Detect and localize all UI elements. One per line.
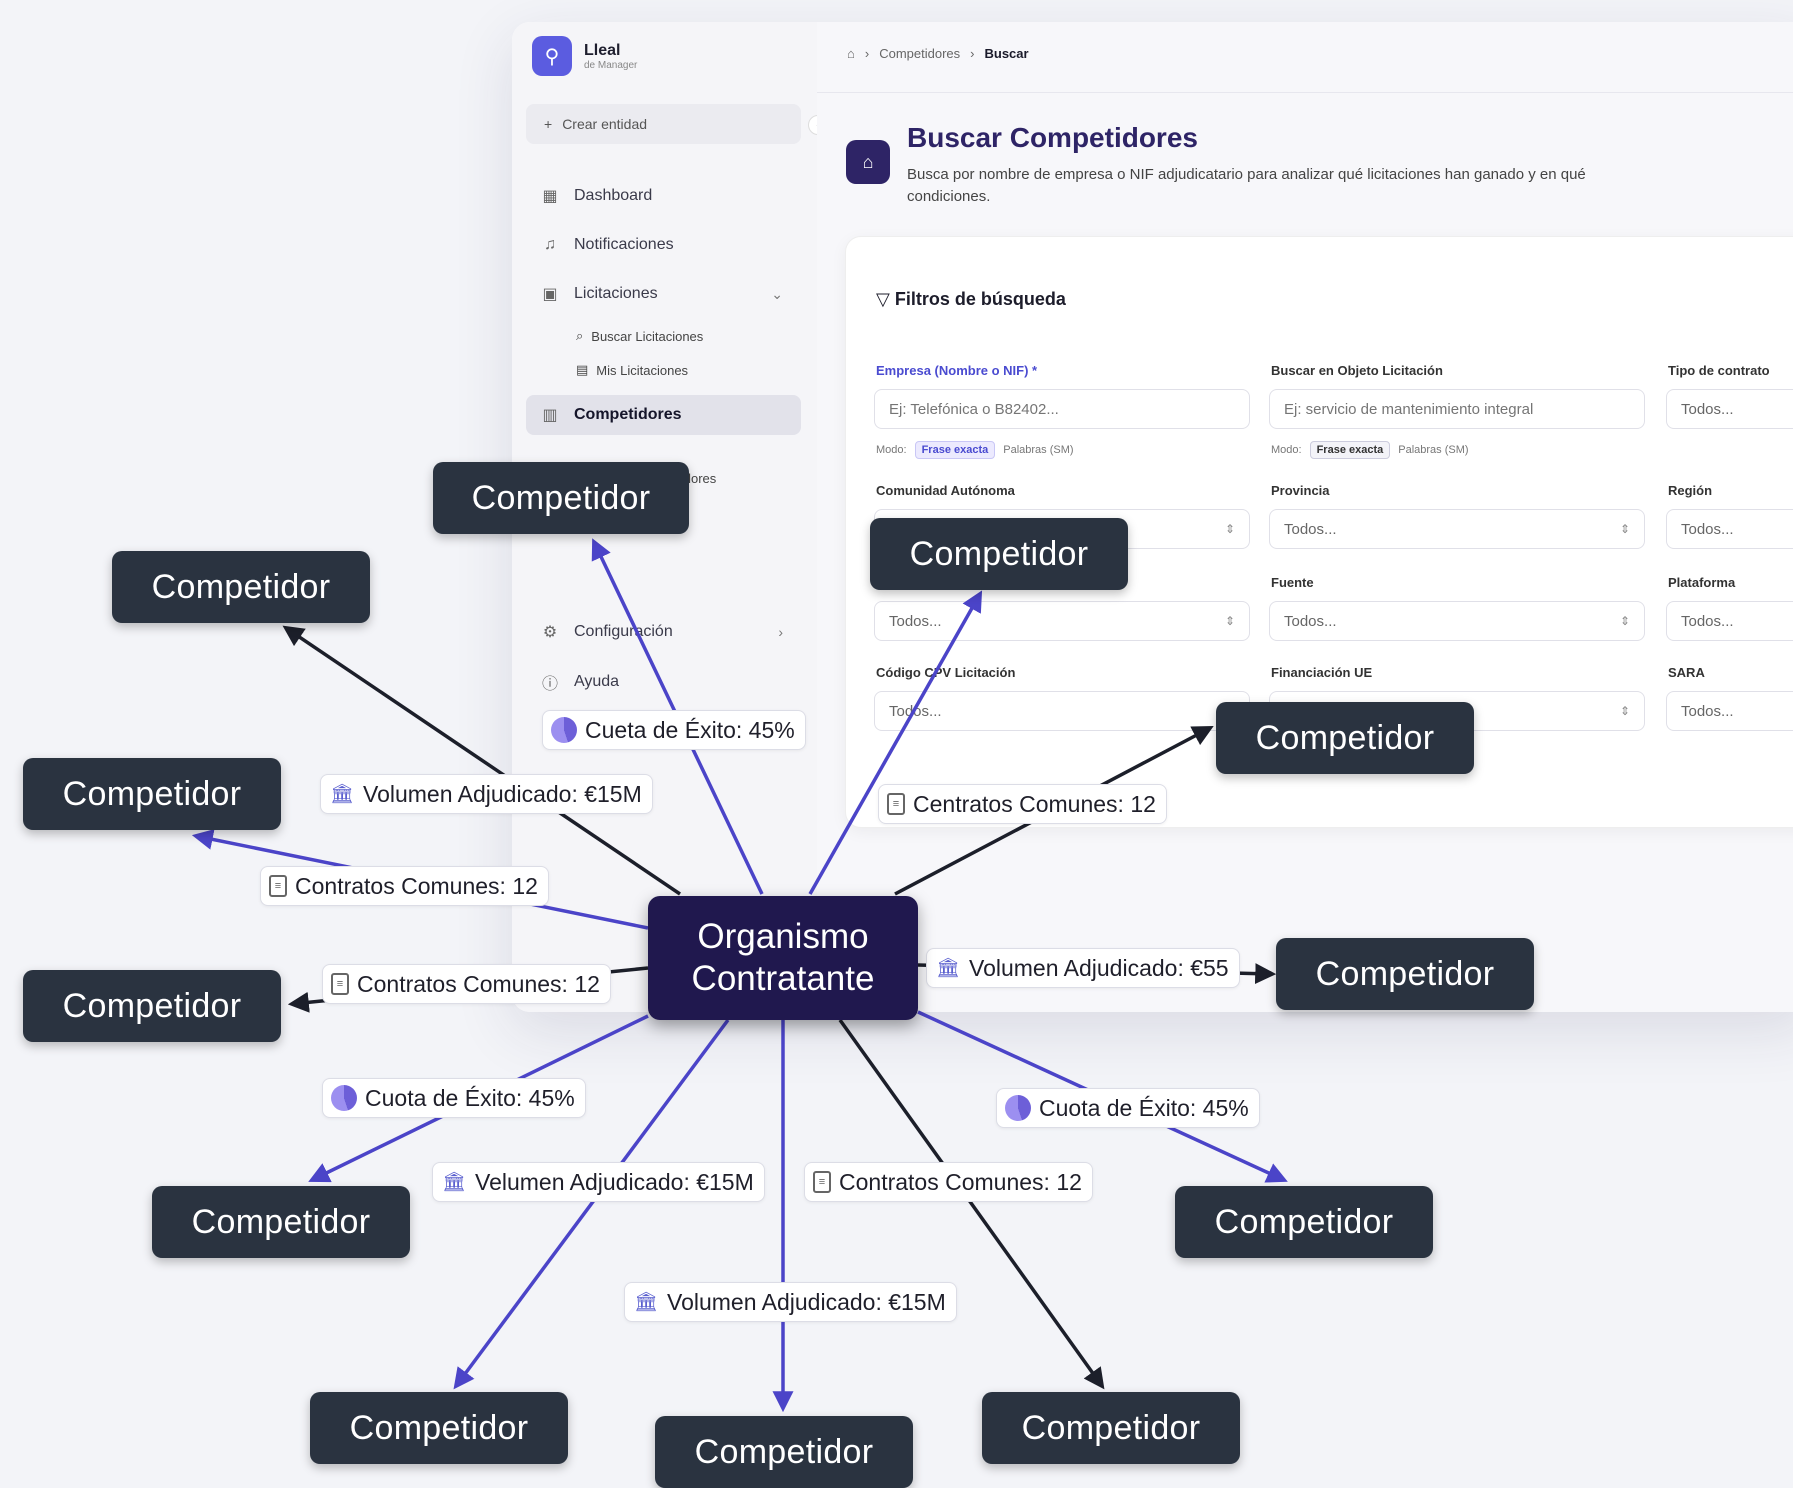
edge-label-text: Velumen Adjudicado: €15M bbox=[475, 1168, 754, 1195]
edge-label-cuota-exito: Cuota de Éxito: 45% bbox=[996, 1088, 1260, 1128]
edge-label-volumen: 🏛 Velumen Adjudicado: €15M bbox=[432, 1162, 765, 1202]
edge-label-cuota-exito: Cuota de Éxito: 45% bbox=[322, 1078, 586, 1118]
competitor-label: Competidor bbox=[471, 478, 651, 517]
bank-icon: 🏛 bbox=[633, 1292, 659, 1313]
edge-label-text: Contratos Comunes: 12 bbox=[295, 872, 538, 899]
edge-label-cuota-exito: Cueta de Éxito: 45% bbox=[542, 710, 806, 750]
competitor-node[interactable]: Competidor bbox=[982, 1392, 1240, 1464]
competitor-label: Competidor bbox=[1021, 1408, 1201, 1447]
competitor-node[interactable]: Competidor bbox=[23, 758, 281, 830]
competitor-label: Competidor bbox=[1315, 954, 1495, 993]
competitor-node[interactable]: Competidor bbox=[152, 1186, 410, 1258]
competitor-node[interactable]: Competidor bbox=[1276, 938, 1534, 1010]
competitor-node[interactable]: Competidor bbox=[1216, 702, 1474, 774]
bank-icon: 🏛 bbox=[441, 1172, 467, 1193]
competitor-label: Competidor bbox=[694, 1432, 874, 1471]
competitor-label: Competidor bbox=[191, 1202, 371, 1241]
edge-to-competitor-6 bbox=[453, 1018, 730, 1390]
competitor-node[interactable]: Competidor bbox=[870, 518, 1128, 590]
diagram-stage: ⚲ Lleal de Manager + Crear entidad ‹ ▦ D… bbox=[0, 0, 1793, 1488]
edge-label-text: Volumen Adjudicado: €15M bbox=[363, 780, 642, 807]
bank-icon: 🏛 bbox=[935, 958, 961, 979]
edge-label-text: Cuota de Éxito: 45% bbox=[365, 1084, 575, 1111]
competitor-label: Competidor bbox=[151, 567, 331, 606]
edge-label-text: Volumen Adjudicado: €15M bbox=[667, 1288, 946, 1315]
competitor-node[interactable]: Competidor bbox=[23, 970, 281, 1042]
edge-label-volumen: 🏛 Volumen Adjudicado: €15M bbox=[320, 774, 653, 814]
document-icon: ≡ bbox=[331, 973, 349, 995]
edge-to-competitor-2 bbox=[282, 625, 681, 896]
document-icon: ≡ bbox=[813, 1171, 831, 1193]
pie-chart-icon bbox=[1005, 1095, 1031, 1121]
competitor-label: Competidor bbox=[62, 986, 242, 1025]
edge-label-text: Contratos Comunes: 12 bbox=[357, 970, 600, 997]
center-node-organismo[interactable]: Organismo Contratante bbox=[648, 896, 918, 1020]
center-node-line1: Organismo bbox=[697, 917, 869, 956]
bank-icon: 🏛 bbox=[329, 784, 355, 805]
competitor-label: Competidor bbox=[349, 1408, 529, 1447]
edge-label-text: Volumen Adjudicado: €55 bbox=[969, 954, 1229, 981]
edge-label-volumen: 🏛 Volumen Adjudicado: €15M bbox=[624, 1282, 957, 1322]
competitor-node[interactable]: Competidor bbox=[433, 462, 689, 534]
edge-label-text: Contratos Comunes: 12 bbox=[839, 1168, 1082, 1195]
competitor-label: Competidor bbox=[62, 774, 242, 813]
edge-label-contratos: ≡ Contratos Comunes: 12 bbox=[322, 964, 611, 1004]
edge-label-text: Centratos Comunes: 12 bbox=[913, 790, 1156, 817]
competitor-node[interactable]: Competidor bbox=[655, 1416, 913, 1488]
competitor-label: Competidor bbox=[909, 534, 1089, 573]
edge-label-contratos: ≡ Centratos Comunes: 12 bbox=[878, 784, 1167, 824]
edge-label-text: Cuota de Éxito: 45% bbox=[1039, 1094, 1249, 1121]
pie-chart-icon bbox=[551, 717, 577, 743]
edge-label-contratos: ≡ Contratos Comunes: 12 bbox=[804, 1162, 1093, 1202]
edge-label-contratos: ≡ Contratos Comunes: 12 bbox=[260, 866, 549, 906]
competitor-label: Competidor bbox=[1214, 1202, 1394, 1241]
competitor-node[interactable]: Competidor bbox=[112, 551, 370, 623]
document-icon: ≡ bbox=[269, 875, 287, 897]
document-icon: ≡ bbox=[887, 793, 905, 815]
edge-label-text: Cueta de Éxito: 45% bbox=[585, 716, 795, 743]
competitor-label: Competidor bbox=[1255, 718, 1435, 757]
edge-to-competitor-8 bbox=[838, 1018, 1105, 1390]
edge-label-volumen: 🏛 Volumen Adjudicado: €55 bbox=[926, 948, 1240, 988]
competitor-node[interactable]: Competidor bbox=[1175, 1186, 1433, 1258]
edge-to-competitor-12 bbox=[808, 590, 983, 895]
pie-chart-icon bbox=[331, 1085, 357, 1111]
diagram-edges bbox=[191, 538, 1288, 1413]
competitor-node[interactable]: Competidor bbox=[310, 1392, 568, 1464]
center-node-line2: Contratante bbox=[691, 959, 875, 998]
